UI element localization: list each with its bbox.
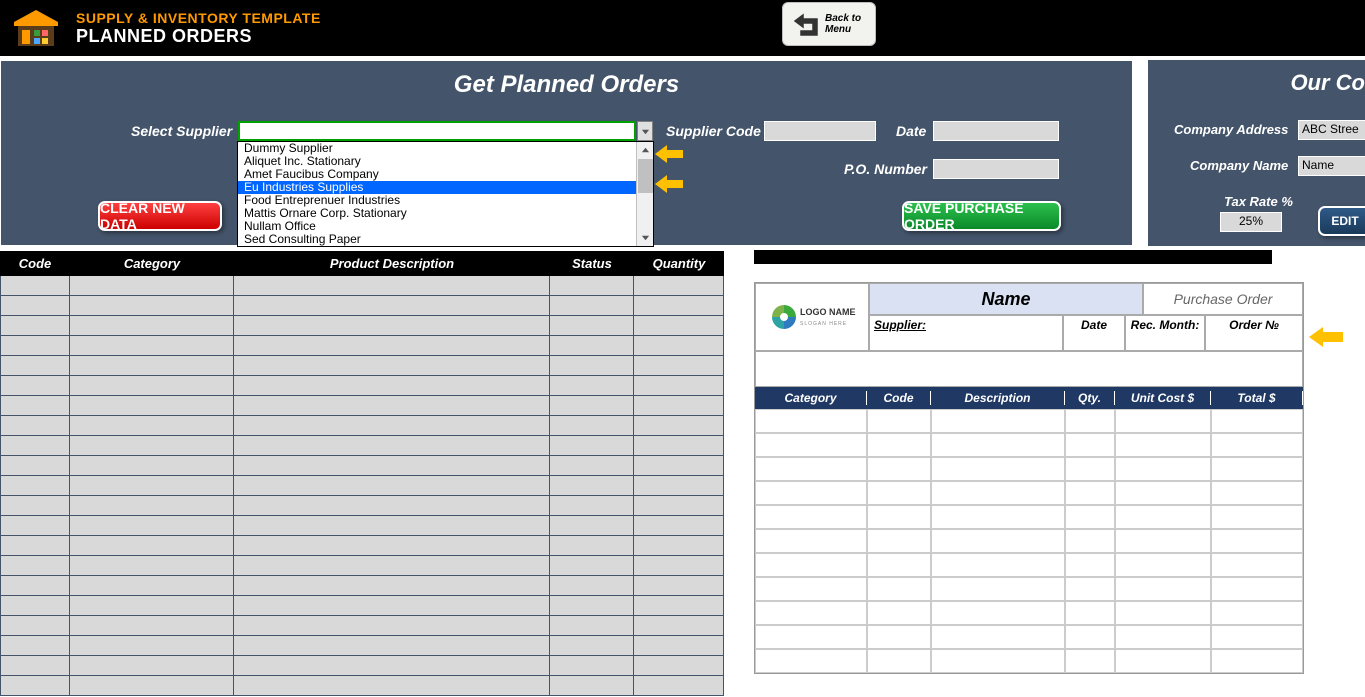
table-row[interactable] <box>0 636 724 656</box>
po-date-label: Date <box>1063 315 1125 351</box>
po-col-qty: Qty. <box>1065 391 1115 405</box>
app-title: SUPPLY & INVENTORY TEMPLATE <box>76 10 321 26</box>
scroll-down-icon[interactable] <box>637 229 653 246</box>
table-row[interactable] <box>0 676 724 696</box>
supplier-code-label: Supplier Code <box>666 123 761 139</box>
table-row[interactable] <box>0 596 724 616</box>
supplier-input[interactable] <box>238 121 636 141</box>
table-row[interactable] <box>0 616 724 636</box>
company-address-label: Company Address <box>1174 122 1288 137</box>
po-table-row <box>755 529 1303 553</box>
col-description: Product Description <box>234 256 550 271</box>
po-recmonth-label: Rec. Month: <box>1125 315 1205 351</box>
col-quantity: Quantity <box>634 256 724 271</box>
po-col-code: Code <box>867 391 931 405</box>
supplier-option[interactable]: Sed Consulting Paper <box>238 233 636 246</box>
table-row[interactable] <box>0 456 724 476</box>
back-label: Back toMenu <box>825 13 861 35</box>
po-blank-row <box>755 351 1303 387</box>
company-name-field: Name <box>1298 156 1365 176</box>
po-table-header: Category Code Description Qty. Unit Cost… <box>755 387 1303 409</box>
po-col-unitcost: Unit Cost $ <box>1115 391 1211 405</box>
supplier-dropdown-list[interactable]: Dummy SupplierAliquet Inc. StationaryAme… <box>237 141 654 247</box>
preview-top-bar <box>754 250 1272 264</box>
arrow-indicator-icon <box>655 143 683 165</box>
panel-title: Get Planned Orders <box>1 61 1132 99</box>
app-logo <box>0 0 72 56</box>
po-table-row <box>755 577 1303 601</box>
scroll-thumb[interactable] <box>638 159 653 193</box>
tax-rate-field: 25% <box>1220 212 1282 232</box>
table-row[interactable] <box>0 276 724 296</box>
table-row[interactable] <box>0 556 724 576</box>
po-col-category: Category <box>755 391 867 405</box>
table-row[interactable] <box>0 296 724 316</box>
products-table: Code Category Product Description Status… <box>0 250 724 697</box>
col-code: Code <box>0 256 70 271</box>
po-table-row <box>755 457 1303 481</box>
po-company-name: Name <box>869 283 1143 315</box>
supplier-code-field <box>764 121 876 141</box>
page-title: PLANNED ORDERS <box>76 26 321 47</box>
company-panel: Our Co Company Address ABC Stree Company… <box>1147 60 1365 246</box>
table-row[interactable] <box>0 656 724 676</box>
company-panel-title: Our Co <box>1148 60 1365 96</box>
back-to-menu-button[interactable]: Back toMenu <box>782 2 876 46</box>
po-number-label: P.O. Number <box>844 161 927 177</box>
table-row[interactable] <box>0 436 724 456</box>
col-status: Status <box>550 256 634 271</box>
po-table-row <box>755 553 1303 577</box>
company-name-label: Company Name <box>1190 158 1288 173</box>
table-row[interactable] <box>0 516 724 536</box>
table-row[interactable] <box>0 336 724 356</box>
table-row[interactable] <box>0 416 724 436</box>
date-label: Date <box>896 123 926 139</box>
arrow-indicator-icon <box>1309 325 1343 349</box>
po-title: Purchase Order <box>1143 283 1303 315</box>
scroll-up-icon[interactable] <box>637 142 653 159</box>
po-table-row <box>755 649 1303 673</box>
table-row[interactable] <box>0 576 724 596</box>
table-row[interactable] <box>0 496 724 516</box>
po-supplier-label: Supplier: <box>869 315 1063 351</box>
dropdown-scrollbar[interactable] <box>636 142 653 246</box>
clear-new-data-button[interactable]: CLEAR NEW DATA <box>98 201 222 231</box>
table-row[interactable] <box>0 376 724 396</box>
date-field <box>933 121 1059 141</box>
po-table-row <box>755 409 1303 433</box>
select-supplier-label: Select Supplier <box>131 123 232 139</box>
table-row[interactable] <box>0 396 724 416</box>
po-table-row <box>755 481 1303 505</box>
po-col-total: Total $ <box>1211 391 1303 405</box>
po-table-row <box>755 505 1303 529</box>
po-number-field <box>933 159 1059 179</box>
arrow-indicator-icon <box>655 173 683 195</box>
col-category: Category <box>70 256 234 271</box>
po-preview: LOGO NAME SLOGAN HERE Name Purchase Orde… <box>724 250 1365 697</box>
top-header: SUPPLY & INVENTORY TEMPLATE PLANNED ORDE… <box>0 0 1365 56</box>
table-row[interactable] <box>0 476 724 496</box>
logo-text: LOGO NAME <box>800 307 856 317</box>
logo-slogan: SLOGAN HERE <box>800 321 847 327</box>
po-table-row <box>755 601 1303 625</box>
edit-button[interactable]: EDIT <box>1318 206 1365 236</box>
po-col-description: Description <box>931 391 1065 405</box>
tax-rate-label: Tax Rate % <box>1224 194 1293 209</box>
table-row[interactable] <box>0 536 724 556</box>
supplier-dropdown-button[interactable] <box>637 121 653 141</box>
save-purchase-order-button[interactable]: SAVE PURCHASE ORDER <box>902 201 1061 231</box>
po-table-row <box>755 433 1303 457</box>
company-logo: LOGO NAME SLOGAN HERE <box>755 283 869 351</box>
po-orderno-label: Order № <box>1205 315 1303 351</box>
po-table-row <box>755 625 1303 649</box>
table-row[interactable] <box>0 356 724 376</box>
products-table-header: Code Category Product Description Status… <box>0 250 724 276</box>
company-address-field: ABC Stree <box>1298 120 1365 140</box>
table-row[interactable] <box>0 316 724 336</box>
